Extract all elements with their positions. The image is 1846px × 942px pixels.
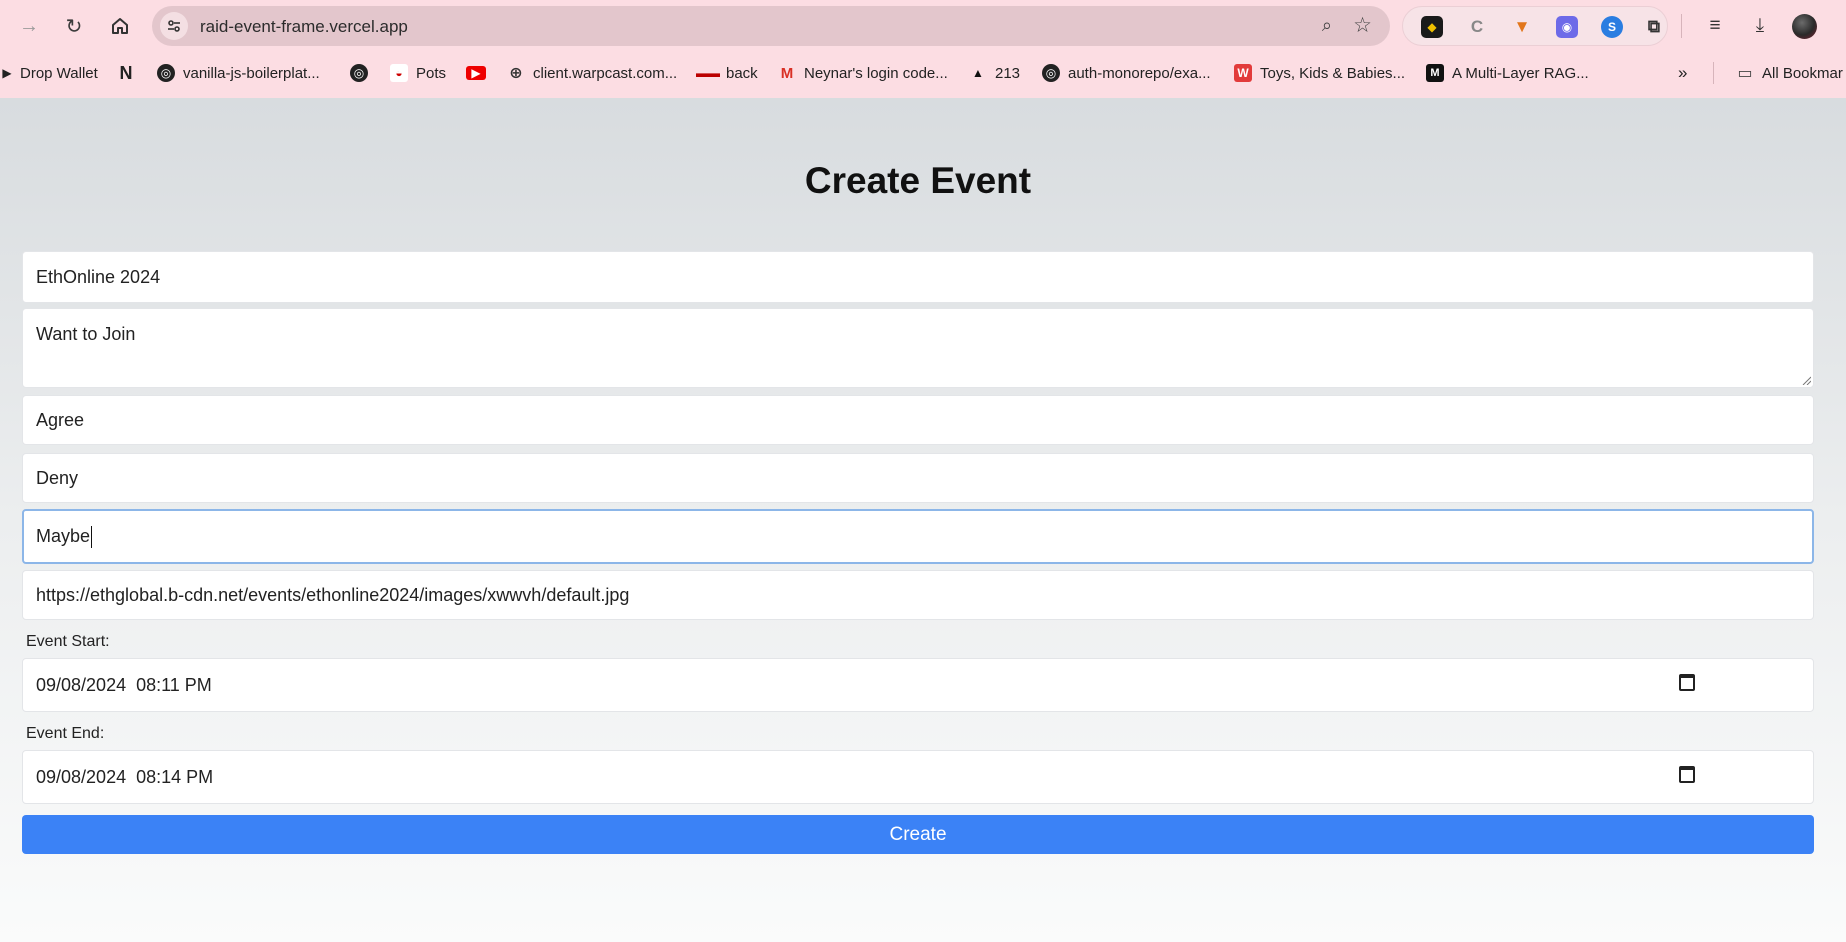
bookmark-vanilla-js[interactable]: ◎ vanilla-js-boilerplat... [157,63,320,83]
browser-toolbar: → ↻ raid-event-frame.vercel.app ⌕ ☆ ◆ C … [0,0,1846,52]
toolbar-divider [1681,14,1682,38]
store-icon: W [1234,64,1252,82]
page-title: Create Event [804,160,1032,201]
event-description-textarea[interactable]: Want to Join [22,308,1814,388]
address-bar[interactable]: raid-event-frame.vercel.app ⌕ ☆ [152,6,1390,46]
event-name-input[interactable]: EthOnline 2024 [22,251,1814,303]
resize-handle-icon[interactable] [1801,375,1811,385]
event-start-datetime-input[interactable]: 09/08/2024 08:11 PM [22,658,1814,712]
calendar-icon[interactable] [1679,674,1695,691]
image-url-input[interactable]: https://ethglobal.b-cdn.net/events/ethon… [22,570,1814,620]
metamask-extension-icon[interactable]: ▼ [1511,16,1533,38]
youtube-icon: ▶ [466,66,486,80]
text-caret [91,525,93,548]
forward-icon[interactable]: → [14,11,44,41]
bookmark-n[interactable]: N [117,63,135,83]
page-content: Create Event EthOnline 2024 Want to Join… [0,98,1846,942]
bookmark-213[interactable]: ▲ 213 [969,63,1020,83]
url-text: raid-event-frame.vercel.app [200,17,408,36]
extensions-puzzle-icon[interactable]: ⧉ [1643,16,1665,38]
bookmark-toys[interactable]: W Toys, Kids & Babies... [1234,63,1405,83]
more-bookmarks-icon[interactable]: » [1678,63,1687,83]
site-info-icon[interactable] [160,12,188,40]
github-icon: ◎ [1042,64,1060,82]
bookmark-github[interactable]: ◎ [350,63,368,83]
cat-extension-icon[interactable]: ◉ [1556,16,1578,38]
bookmark-drop-wallet[interactable]: ▶ Drop Wallet [2,63,97,83]
triangle-icon: ▲ [972,66,984,80]
s-extension-icon[interactable]: S [1601,16,1623,38]
zoom-icon[interactable]: ⌕ [1322,15,1332,36]
c-extension-icon[interactable]: C [1466,16,1488,38]
bookmarks-divider [1713,62,1714,84]
binance-extension-icon[interactable]: ◆ [1421,16,1443,38]
n-logo-icon: N [119,62,133,83]
option-agree-input[interactable]: Agree [22,395,1814,445]
bookmark-neynar[interactable]: M Neynar's login code... [778,63,948,83]
event-start-label: Event Start: [26,633,110,650]
bookmark-pots[interactable]: ◒ Pots [390,63,446,83]
gmail-icon: M [780,64,794,82]
download-icon[interactable]: ⤓ [1745,11,1775,41]
globe-icon: ⊕ [509,65,523,82]
github-icon: ◎ [157,64,175,82]
home-icon[interactable] [105,11,135,41]
all-bookmarks[interactable]: ▭ All Bookmar [1736,63,1842,83]
medium-icon: M [1426,64,1444,82]
option-maybe-input[interactable]: Maybe [22,509,1814,564]
event-end-label: Event End: [26,725,105,742]
play-icon: ▶ [2,66,12,80]
extensions-group: ◆ C ▼ ◉ S ⧉ [1402,6,1668,46]
glasses-icon: ▬▬ [696,66,720,80]
bookmark-warpcast[interactable]: ⊕ client.warpcast.com... [507,63,677,83]
bookmark-youtube[interactable]: ▶ [466,63,486,83]
browser-chrome: → ↻ raid-event-frame.vercel.app ⌕ ☆ ◆ C … [0,0,1846,98]
profile-avatar[interactable] [1792,14,1817,39]
event-end-datetime-input[interactable]: 09/08/2024 08:14 PM [22,750,1814,804]
github-icon: ◎ [350,64,368,82]
calendar-icon[interactable] [1679,766,1695,783]
option-deny-input[interactable]: Deny [22,453,1814,503]
media-queue-icon[interactable]: ≡ [1700,11,1730,41]
bookmark-auth-monorepo[interactable]: ◎ auth-monorepo/exa... [1042,63,1211,83]
bookmark-back[interactable]: ▬▬ back [696,63,758,83]
bookmark-star-icon[interactable]: ☆ [1353,13,1372,38]
folder-icon: ▭ [1737,65,1753,82]
pots-icon: ◒ [390,64,408,82]
bookmark-rag[interactable]: MA Multi-Layer RAG... [1426,63,1589,83]
reload-icon[interactable]: ↻ [59,11,89,41]
create-button[interactable]: Create [22,815,1814,854]
bookmarks-bar: ▶ Drop Wallet N ◎ vanilla-js-boilerplat...… [0,56,1846,90]
